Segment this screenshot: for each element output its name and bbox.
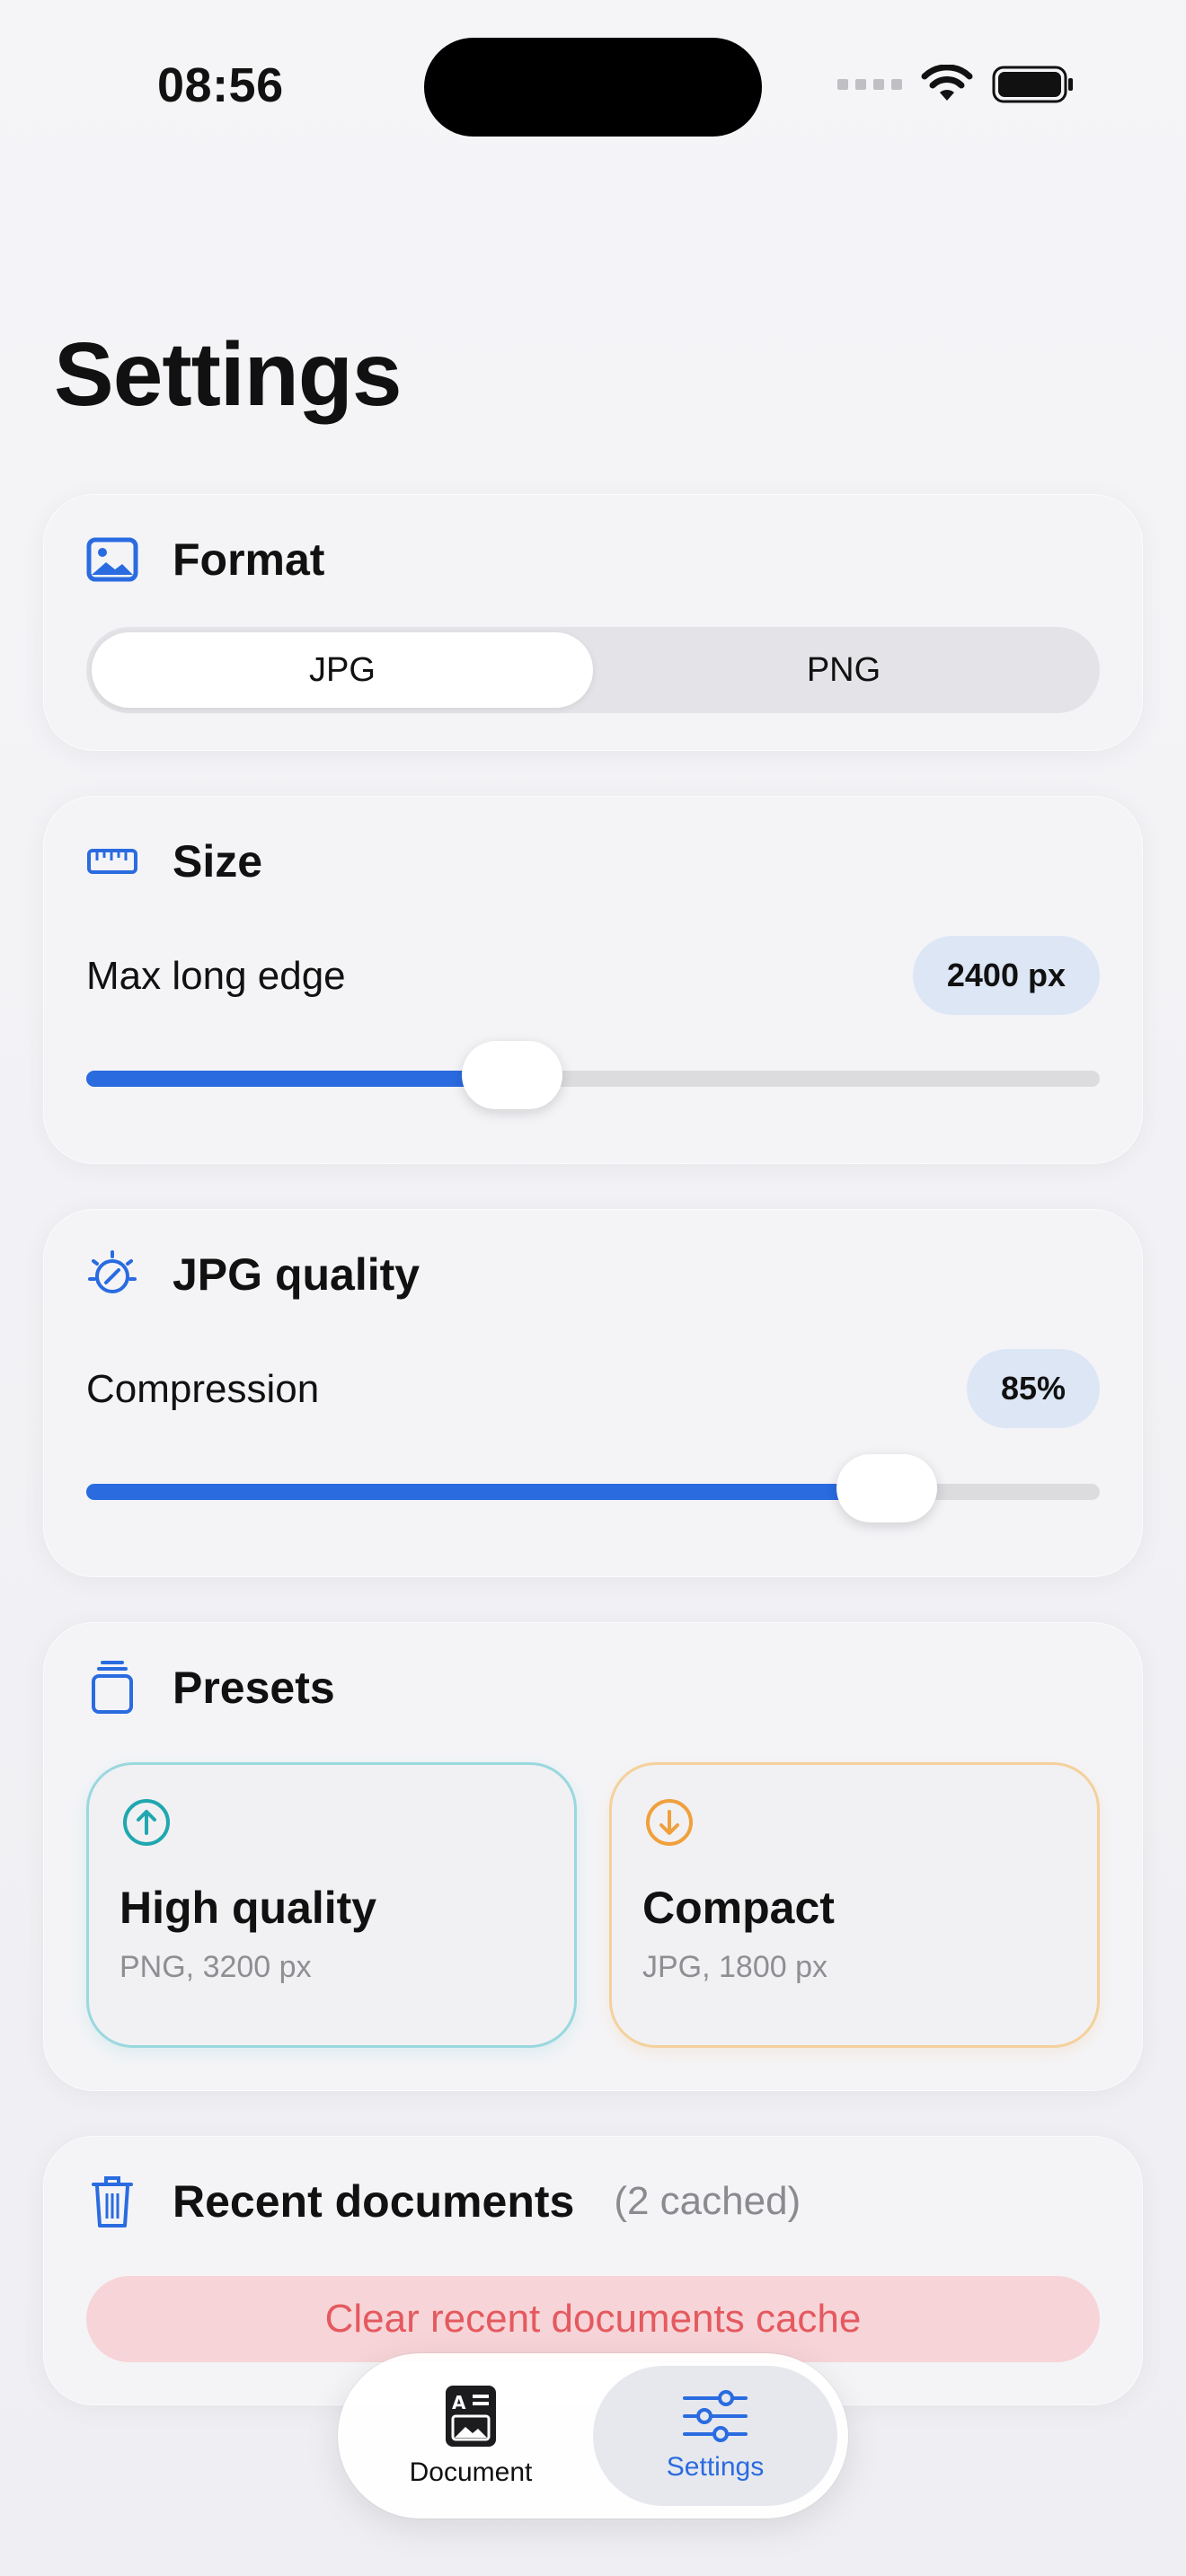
size-title: Size (173, 836, 263, 887)
quality-header: JPG quality (86, 1248, 420, 1301)
presets-title: Presets (173, 1663, 335, 1713)
size-value-badge: 2400 px (912, 936, 1100, 1015)
quality-title: JPG quality (173, 1249, 420, 1300)
preset-high-quality-subtitle: PNG, 3200 px (119, 1950, 312, 1984)
tab-document[interactable]: A Document (349, 2366, 593, 2506)
trash-icon (86, 2175, 138, 2228)
tab-settings[interactable]: Settings (593, 2366, 837, 2506)
quality-slider[interactable] (86, 1454, 1100, 1522)
size-slider-thumb[interactable] (461, 1041, 562, 1109)
arrow-up-circle-icon (123, 1799, 170, 1846)
format-header: Format (86, 534, 324, 586)
recent-title: Recent documents (173, 2176, 575, 2227)
format-card: Format JPG PNG (43, 494, 1143, 751)
preset-high-quality[interactable]: High quality PNG, 3200 px (86, 1762, 577, 2048)
tab-bar: A Document Settings (338, 2353, 848, 2519)
tab-settings-label: Settings (666, 2452, 765, 2482)
sliders-icon (683, 2390, 748, 2442)
size-header: Size (86, 835, 262, 887)
preset-compact[interactable]: Compact JPG, 1800 px (609, 1762, 1100, 2048)
preset-high-quality-title: High quality (119, 1883, 377, 1933)
dynamic-island (424, 38, 762, 137)
max-long-edge-label: Max long edge (86, 954, 346, 998)
presets-card: Presets High quality PNG, 3200 px Compac… (43, 1622, 1143, 2091)
format-segmented-control[interactable]: JPG PNG (86, 627, 1100, 713)
recent-cached-count: (2 cached) (614, 2179, 801, 2223)
jpg-quality-card: JPG quality Compression 85% (43, 1209, 1143, 1577)
quality-dial-icon (86, 1248, 138, 1301)
arrow-down-circle-icon (646, 1799, 693, 1846)
settings-screen: 08:56 Settings Format JPG PNG Size Max l… (0, 0, 1186, 2576)
recent-header: Recent documents (2 cached) (86, 2175, 801, 2228)
page-title: Settings (54, 324, 402, 425)
quality-slider-thumb[interactable] (836, 1454, 938, 1522)
presets-header: Presets (86, 1661, 335, 1714)
preset-compact-title: Compact (642, 1883, 835, 1933)
format-title: Format (173, 534, 325, 585)
status-time: 08:56 (157, 58, 284, 112)
battery-icon (992, 66, 1073, 103)
svg-text:A: A (452, 2392, 466, 2413)
preset-compact-subtitle: JPG, 1800 px (642, 1950, 828, 1984)
wifi-icon (921, 65, 973, 101)
cellular-signal-icon (837, 79, 902, 90)
quality-value-badge: 85% (966, 1349, 1100, 1428)
ruler-icon (86, 835, 138, 887)
size-slider-fill (86, 1071, 512, 1087)
compression-label: Compression (86, 1367, 320, 1411)
status-indicators (837, 65, 1075, 104)
format-option-jpg[interactable]: JPG (92, 632, 593, 708)
stack-icon (86, 1661, 138, 1714)
size-slider[interactable] (86, 1041, 1100, 1109)
document-icon: A (446, 2386, 496, 2447)
format-option-png[interactable]: PNG (593, 632, 1094, 708)
clear-cache-button[interactable]: Clear recent documents cache (86, 2276, 1100, 2362)
size-card: Size Max long edge 2400 px (43, 796, 1143, 1164)
tab-document-label: Document (409, 2457, 533, 2487)
quality-slider-fill (86, 1484, 888, 1500)
photo-icon (86, 534, 138, 586)
